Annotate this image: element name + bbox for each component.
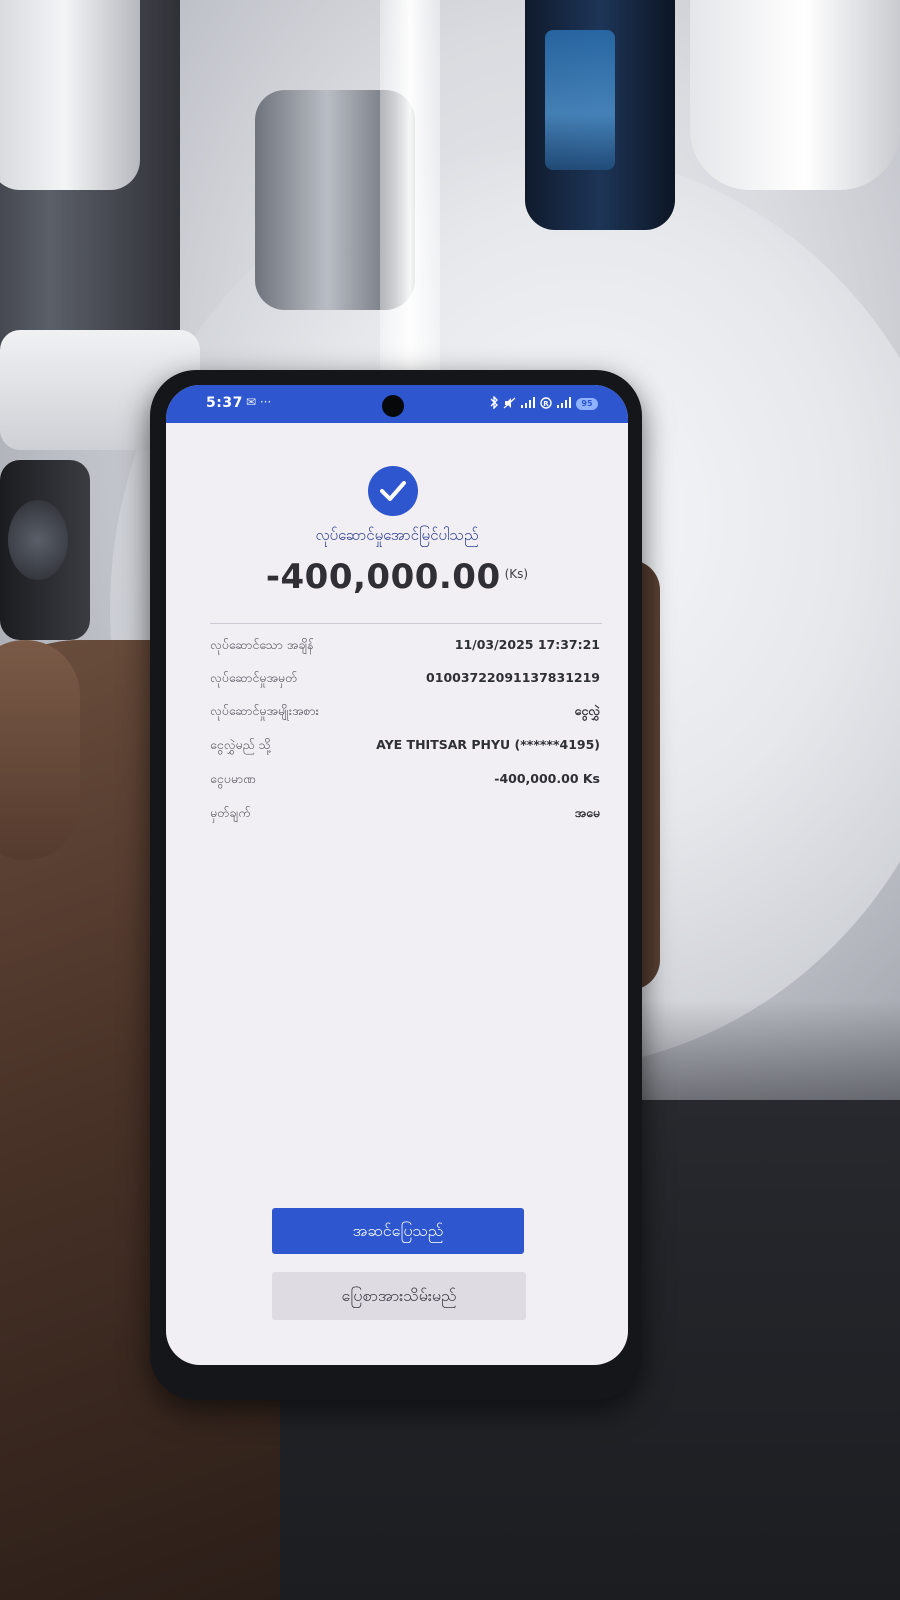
done-button[interactable]: အဆင်ပြေသည်	[272, 1208, 524, 1254]
save-receipt-button[interactable]: ပြေစာအားသိမ်းမည်	[272, 1272, 526, 1320]
divider	[210, 623, 602, 624]
thumb	[0, 640, 80, 860]
detail-value: 11/03/2025 17:37:21	[454, 637, 600, 652]
success-message: လုပ်ဆောင်မှုအောင်မြင်ပါသည်	[315, 526, 479, 544]
detail-row-note: မှတ်ချက် အမေ	[210, 805, 600, 827]
detail-row-transaction-type: လုပ်ဆောင်မှုအမျိုးအစား ငွေလွှဲ	[210, 703, 600, 725]
detail-label: လုပ်ဆောင်မှုအမျိုးအစား	[210, 703, 319, 718]
battery-icon: 95	[576, 398, 598, 410]
detail-value: AYE THITSAR PHYU (******4195)	[376, 737, 600, 752]
bluetooth-icon	[490, 395, 499, 412]
detail-label: မှတ်ချက်	[210, 805, 251, 820]
mute-icon	[503, 397, 516, 412]
detail-label: လုပ်ဆောင်မှုအမှတ်	[210, 670, 298, 685]
phone-screen: 5:37 ✉ ··· R 95 လုပ်ဆောင်မှုအောင်မြင်ပါသ…	[166, 385, 628, 1365]
detail-value: 01003722091137831219	[426, 670, 600, 685]
detail-label: လုပ်ဆောင်သော အချိန်	[210, 637, 314, 652]
status-time: 5:37	[206, 395, 243, 411]
bottle-left-cap	[0, 0, 140, 190]
front-camera	[382, 395, 404, 417]
check-icon	[368, 466, 418, 516]
amount-currency: (Ks)	[504, 567, 529, 581]
status-icons: R 95	[490, 395, 598, 412]
notification-icons: ✉ ···	[246, 395, 272, 409]
signal-icon	[556, 396, 572, 412]
svg-text:R: R	[543, 400, 549, 408]
bottle-right-label	[545, 30, 615, 170]
detail-value: ငွေလွှဲ	[574, 703, 600, 718]
amount-display: -400,000.00 (Ks)	[166, 557, 628, 597]
jar-label	[8, 500, 68, 580]
detail-label: ငွေလွှဲမည် သို့	[210, 737, 271, 752]
detail-label: ငွေပမာဏ	[210, 771, 256, 786]
water-stream	[380, 0, 440, 380]
detail-row-recipient: ငွေလွှဲမည် သို့ AYE THITSAR PHYU (******…	[210, 737, 600, 759]
detail-value: -400,000.00 Ks	[494, 771, 600, 786]
detail-row-amount: ငွေပမာဏ -400,000.00 Ks	[210, 771, 600, 793]
detail-value: အမေ	[574, 805, 600, 820]
cup-right	[690, 0, 900, 190]
nfc-icon: R	[540, 396, 552, 412]
signal-icon	[520, 396, 536, 412]
detail-row-transaction-id: လုပ်ဆောင်မှုအမှတ် 01003722091137831219	[210, 670, 600, 692]
amount-value: -400,000.00	[265, 557, 501, 597]
detail-row-time: လုပ်ဆောင်သော အချိန် 11/03/2025 17:37:21	[210, 637, 600, 659]
status-bar: 5:37 ✉ ··· R 95	[166, 385, 628, 423]
